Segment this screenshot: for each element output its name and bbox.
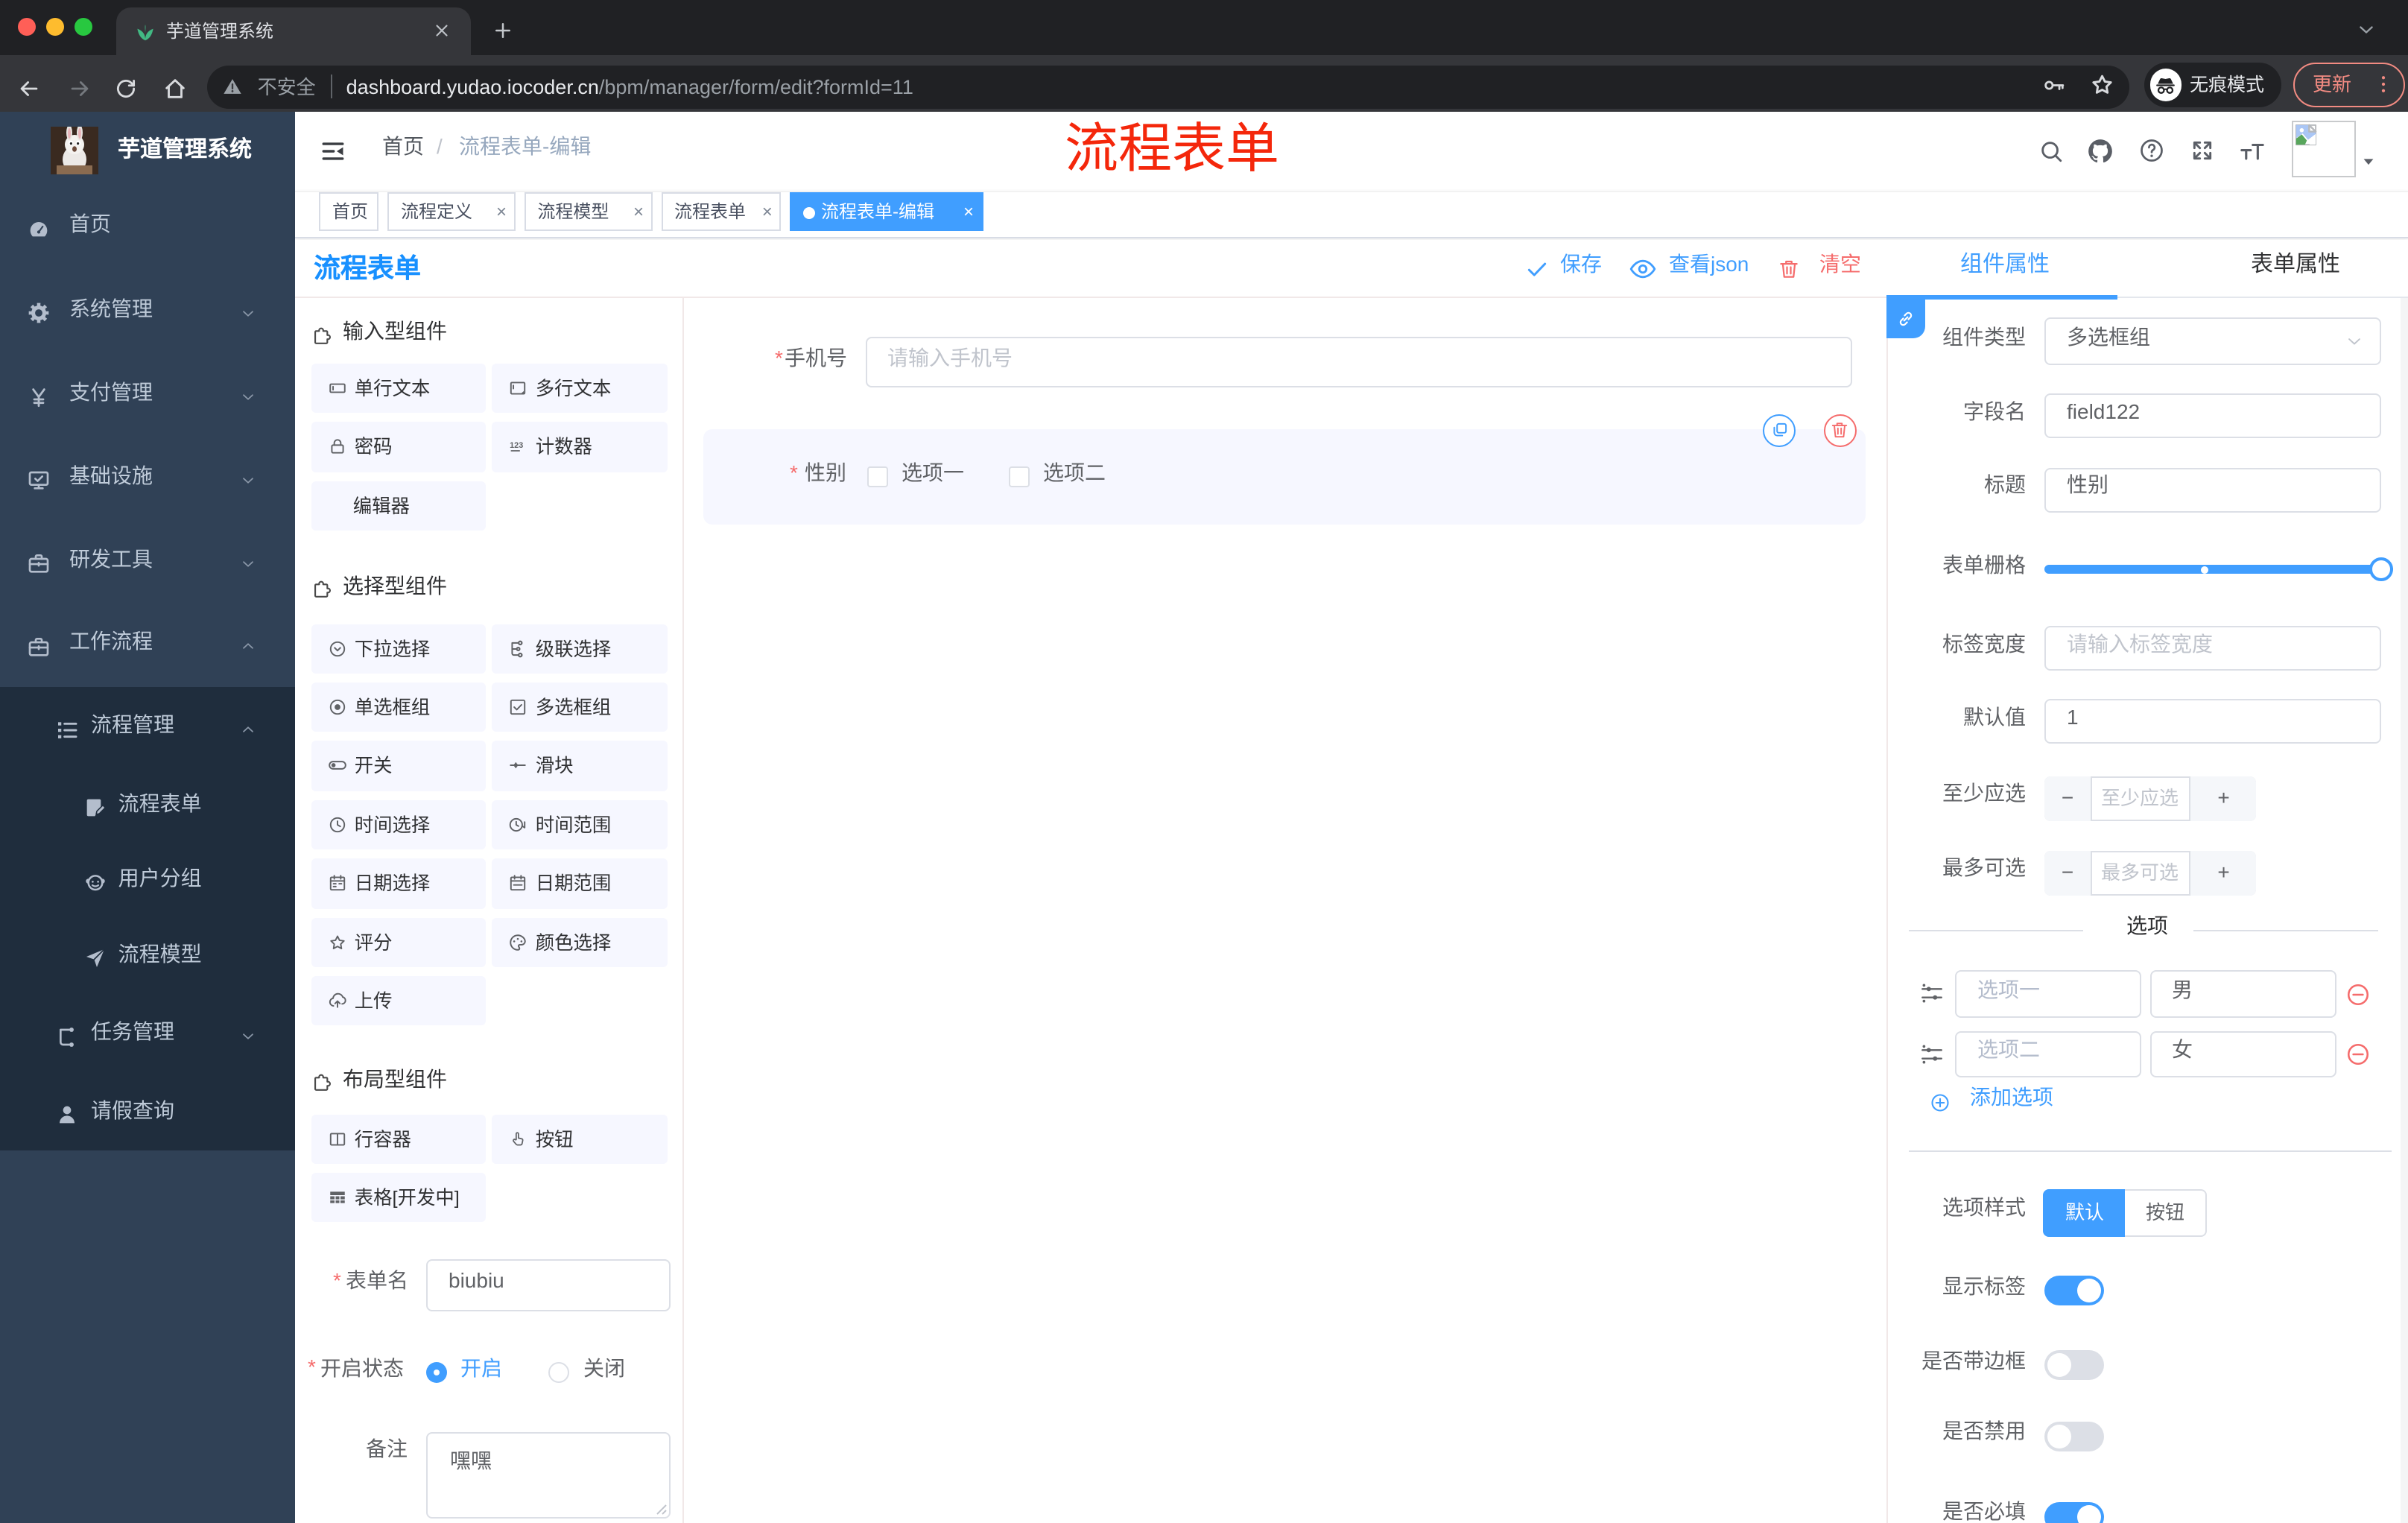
svg-text:123: 123 [510, 442, 524, 451]
